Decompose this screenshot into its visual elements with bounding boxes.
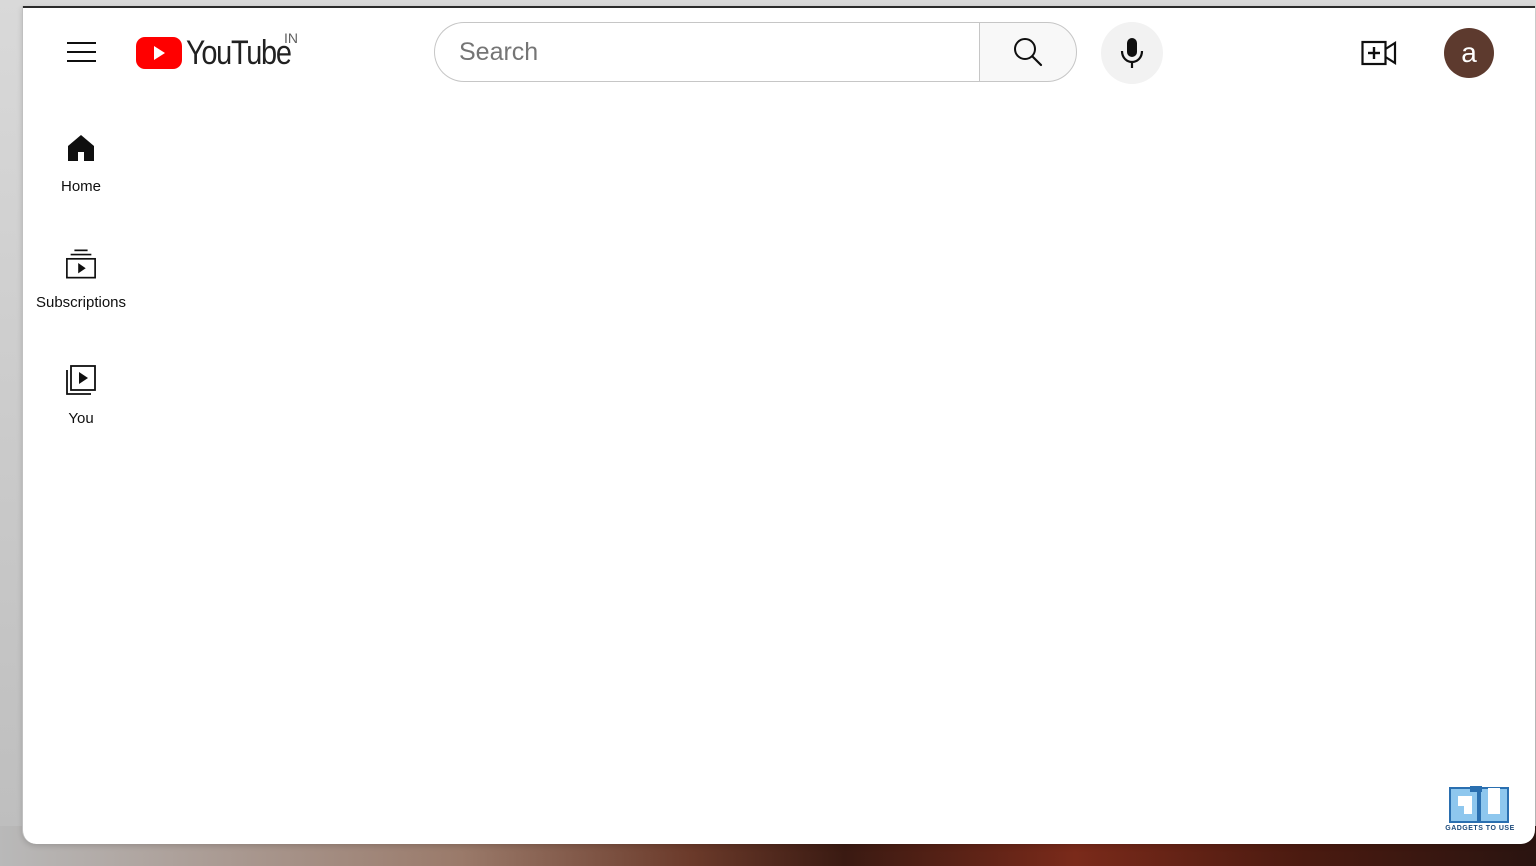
you-library-icon [65,364,97,396]
sidebar-item-you[interactable]: You [23,364,139,427]
avatar[interactable]: a [1444,28,1494,78]
logo-wordmark: YouTube [186,33,292,72]
watermark-text: GADGETS TO USE [1445,825,1515,832]
create-button[interactable] [1357,34,1401,72]
gu-logo [1449,786,1509,823]
search-button[interactable] [979,22,1077,82]
create-video-icon [1361,40,1397,66]
region-code: IN [284,30,298,46]
youtube-play-icon [136,37,182,69]
sidebar-item-home[interactable]: Home [23,132,139,195]
gadgets-to-use-watermark: GADGETS TO USE [1444,786,1516,836]
sidebar-item-label: You [68,410,94,427]
voice-search-button[interactable] [1101,22,1163,84]
search-bar [434,22,1077,82]
sidebar-item-subscriptions[interactable]: Subscriptions [23,248,139,311]
window-top-border [23,6,1535,8]
sidebar-item-label: Home [60,178,101,195]
microphone-icon [1120,38,1144,68]
search-icon [1014,38,1043,67]
youtube-logo[interactable]: YouTube IN [136,30,309,76]
hamburger-menu-icon[interactable] [61,36,101,68]
sidebar-item-label: Subscriptions [35,294,127,311]
browser-window: YouTube IN a [22,6,1535,844]
home-icon [65,132,97,164]
search-input[interactable] [434,22,979,82]
subscriptions-icon [65,248,97,280]
